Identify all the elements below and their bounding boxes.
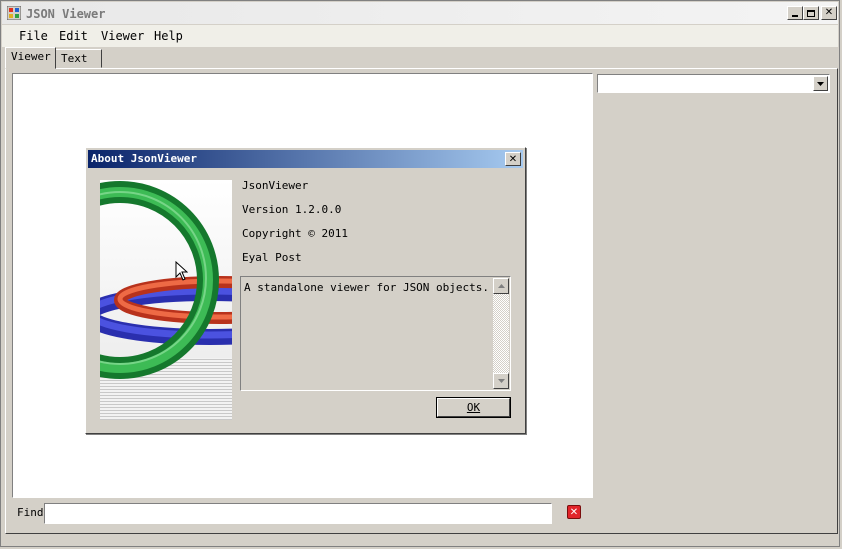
tab-text[interactable]: Text	[55, 49, 102, 68]
find-close-button[interactable]: ✕	[567, 505, 581, 519]
red-close-icon: ✕	[569, 506, 579, 518]
arrow-up-icon	[497, 284, 505, 288]
ok-button[interactable]: OK	[436, 397, 511, 418]
dialog-title-bar[interactable]: About JsonViewer ✕	[88, 150, 523, 168]
close-button[interactable]: ✕	[821, 6, 837, 20]
description-scrollbar[interactable]	[493, 278, 509, 389]
maximize-icon	[807, 9, 815, 17]
minimize-button[interactable]	[787, 6, 803, 20]
about-company: Eyal Post	[242, 251, 302, 264]
about-description: A standalone viewer for JSON objects.	[244, 281, 490, 294]
main-window: JSON Viewer ✕ File Edit Viewer Help View…	[0, 0, 840, 547]
viewer-selector-combo[interactable]	[597, 74, 830, 93]
about-product-name: JsonViewer	[242, 179, 309, 192]
find-label: Find	[17, 506, 44, 519]
menu-help[interactable]: Help	[154, 29, 183, 43]
scroll-up-button[interactable]	[493, 278, 509, 294]
menu-edit[interactable]: Edit	[59, 29, 88, 43]
tab-viewer[interactable]: Viewer	[5, 47, 56, 69]
window-title: JSON Viewer	[26, 7, 106, 21]
scroll-down-button[interactable]	[493, 373, 509, 389]
rings-logo-icon	[100, 180, 232, 420]
arrow-down-icon	[497, 379, 505, 383]
chevron-down-icon	[817, 81, 824, 86]
menu-file[interactable]: File	[19, 29, 48, 43]
close-icon: ✕	[508, 153, 518, 165]
json-viewer-app-icon	[7, 6, 21, 20]
maximize-button[interactable]	[803, 6, 819, 20]
menu-bar: File Edit Viewer Help	[2, 25, 838, 47]
about-dialog: About JsonViewer ✕ JsonViewer Version 1.…	[85, 147, 526, 434]
mouse-cursor-icon	[175, 261, 188, 281]
find-input[interactable]	[44, 503, 552, 524]
about-description-box[interactable]: A standalone viewer for JSON objects.	[240, 276, 511, 391]
dialog-title: About JsonViewer	[91, 152, 197, 165]
dialog-close-button[interactable]: ✕	[505, 152, 521, 166]
ok-button-label: OK	[466, 401, 481, 414]
about-copyright: Copyright © 2011	[242, 227, 348, 240]
about-version: Version 1.2.0.0	[242, 203, 342, 216]
combo-dropdown-button[interactable]	[813, 76, 828, 91]
about-logo-image	[100, 180, 232, 420]
close-icon: ✕	[824, 7, 834, 18]
minimize-icon	[792, 15, 798, 17]
menu-viewer[interactable]: Viewer	[101, 29, 144, 43]
title-bar[interactable]: JSON Viewer ✕	[2, 2, 838, 24]
